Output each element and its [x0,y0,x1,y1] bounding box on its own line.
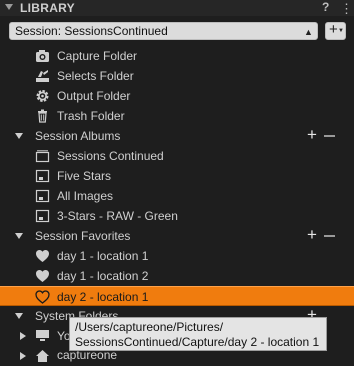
album-item-label: All Images [57,189,114,203]
folder-item-label: Output Folder [57,89,131,103]
album-item-3-stars-raw-green[interactable]: 3-Stars - RAW - Green [0,206,354,226]
add-menu-button[interactable]: + ▼ [325,21,346,40]
folder-item-trash[interactable]: Trash Folder [0,106,354,126]
album-item-five-stars[interactable]: Five Stars [0,166,354,186]
camera-icon [36,50,49,62]
smart-album-icon [35,169,50,183]
library-header[interactable]: LIBRARY ? ⋮ [0,0,354,16]
remove-favorite-button[interactable] [324,235,335,237]
favorite-item-label: day 1 - location 2 [57,269,149,283]
disclosure-triangle-icon[interactable] [15,233,23,239]
album-item-sessions-continued[interactable]: Sessions Continued [0,146,354,166]
tooltip-line-2: SessionsContinued/Capture/day 2 - locati… [75,335,320,349]
album-item-label: 3-Stars - RAW - Green [57,209,178,223]
session-dropdown[interactable]: Session: SessionsContinued ▲ [9,22,318,40]
section-session-favorites[interactable]: Session Favorites + [0,225,354,246]
section-title: Session Favorites [35,229,131,243]
folder-item-output[interactable]: Output Folder [0,86,354,106]
album-item-all-images[interactable]: All Images [0,186,354,206]
album-item-label: Five Stars [57,169,112,183]
section-session-albums[interactable]: Session Albums + [0,125,354,146]
plus-icon: + [329,21,338,38]
tooltip-line-1: /Users/captureone/Pictures/ [75,320,224,334]
folder-item-label: Selects Folder [57,69,134,83]
disclosure-triangle-icon[interactable] [15,133,23,139]
computer-icon [36,330,49,341]
album-item-label: Sessions Continued [57,149,164,163]
favorite-item-day1-location2[interactable]: day 1 - location 2 [0,266,354,286]
smart-album-icon [35,209,50,223]
section-title: Session Albums [35,129,121,143]
folder-item-capture[interactable]: Capture Folder [0,46,354,66]
gear-icon [36,90,49,102]
add-album-button[interactable]: + [307,125,317,145]
more-options-button[interactable]: ⋮ [340,1,353,17]
library-title: LIBRARY [20,1,75,15]
collapse-arrow-icon[interactable] [5,4,13,10]
add-favorite-button[interactable]: + [307,225,317,245]
help-button[interactable]: ? [322,0,329,14]
smart-album-icon [35,189,50,203]
trash-icon [38,109,47,123]
folder-item-selects[interactable]: Selects Folder [0,66,354,86]
favorite-item-label: day 2 - location 1 [57,290,149,304]
disclosure-triangle-icon[interactable] [15,313,23,319]
favorite-item-day1-location1[interactable]: day 1 - location 1 [0,246,354,266]
selects-icon [36,70,49,82]
favorite-item-label: day 1 - location 1 [57,249,149,263]
chevron-down-icon: ▼ [338,28,344,34]
remove-album-button[interactable] [324,135,335,137]
path-tooltip: /Users/captureone/Pictures/ SessionsCont… [69,317,327,351]
session-dropdown-value: Session: SessionsContinued [15,24,168,38]
album-icon [35,150,50,163]
folder-item-label: Trash Folder [57,109,125,123]
folder-item-label: Capture Folder [57,49,138,63]
heart-icon [36,270,49,282]
favorite-item-day2-location1[interactable]: day 2 - location 1 [0,286,354,306]
heart-icon [35,290,50,304]
dropdown-chevron-icon: ▲ [304,27,313,37]
home-icon [36,350,49,362]
heart-icon [36,250,49,262]
expand-arrow-icon[interactable] [20,332,26,340]
